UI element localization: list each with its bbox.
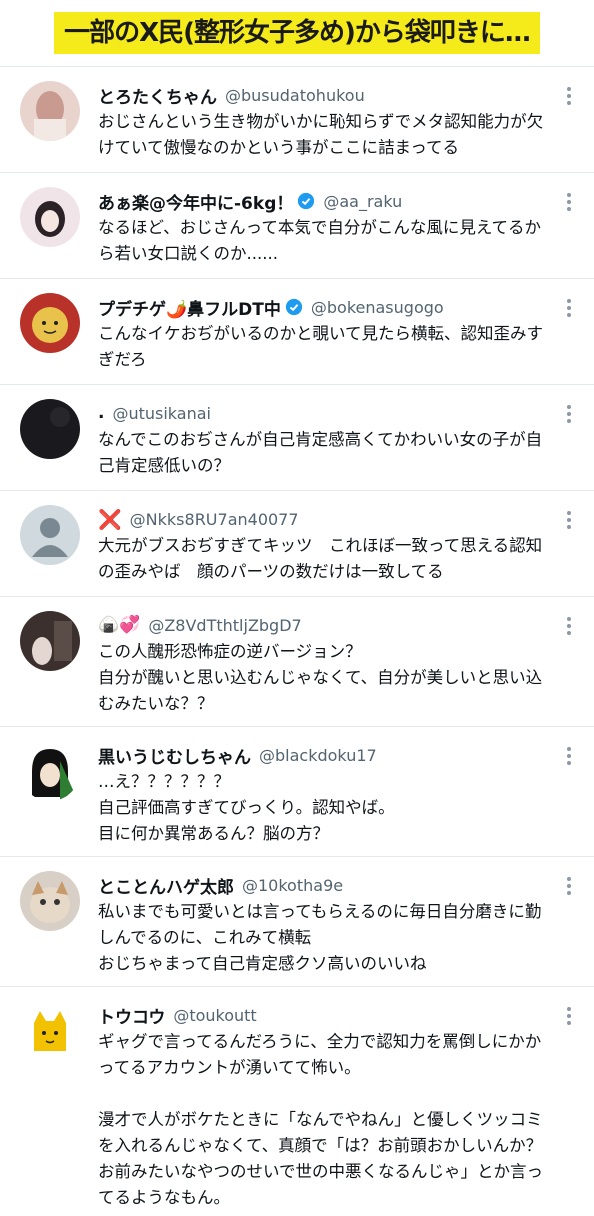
reply-item[interactable]: トウコウ @toukoutt ギャグで言ってるんだろうに、全力で認知力を罵倒しに… xyxy=(0,986,594,1216)
display-name[interactable]: ❌ xyxy=(98,508,122,531)
reply-text: ギャグで言ってるんだろうに、全力で認知力を罵倒しにかかってるアカウントが湧いてて… xyxy=(98,1032,544,1207)
avatar[interactable] xyxy=(20,1001,80,1061)
reply-text: 大元がブスおぢすぎてキッツ これほぼ一致って思える認知の歪みやば 顔のパーツの数… xyxy=(98,536,543,581)
reply-item[interactable]: ❌ @Nkks8RU7an40077 大元がブスおぢすぎてキッツ これほぼ一致っ… xyxy=(0,490,594,596)
reply-item[interactable]: とことんハゲ太郎 @10kotha9e 私いまでも可愛いとは言ってもらえるのに毎… xyxy=(0,856,594,986)
display-name[interactable]: プデチゲ🌶️鼻フルDT中 xyxy=(98,295,281,320)
user-handle[interactable]: @10kotha9e xyxy=(242,876,343,895)
avatar[interactable] xyxy=(20,81,80,141)
reply-item[interactable]: プデチゲ🌶️鼻フルDT中 @bokenasugogo こんなイケおぢがいるのかと… xyxy=(0,278,594,384)
user-handle[interactable]: @blackdoku17 xyxy=(259,746,377,765)
reply-text: なんでこのおぢさんが自己肯定感高くてかわいい女の子が自己肯定感低いの？ xyxy=(98,430,543,475)
user-handle[interactable]: @Z8VdTthtljZbgD7 xyxy=(148,616,301,635)
more-options-icon[interactable] xyxy=(566,617,572,635)
avatar[interactable] xyxy=(20,187,80,247)
banner: 一部のX民(整形女子多め)から袋叩きに… xyxy=(0,0,594,66)
user-handle[interactable]: @utusikanai xyxy=(112,404,211,423)
avatar[interactable] xyxy=(20,611,80,671)
user-handle[interactable]: @Nkks8RU7an40077 xyxy=(130,510,299,529)
more-options-icon[interactable] xyxy=(566,299,572,317)
avatar[interactable] xyxy=(20,871,80,931)
display-name[interactable]: とろたくちゃん xyxy=(98,83,217,108)
verified-badge-icon xyxy=(285,298,302,316)
user-handle[interactable]: @aa_raku xyxy=(323,192,402,211)
reply-item[interactable]: とろたくちゃん @busudatohukou おじさんという生き物がいかに恥知ら… xyxy=(0,66,594,172)
reply-text: なるほど、おじさんって本気で自分がこんな風に見えてるから若い女口説くのか....… xyxy=(98,218,542,263)
display-name[interactable]: あぁ楽@今年中に-6kg！ xyxy=(98,189,293,214)
banner-caption: 一部のX民(整形女子多め)から袋叩きに… xyxy=(54,12,540,54)
avatar[interactable] xyxy=(20,293,80,353)
user-handle[interactable]: @bokenasugogo xyxy=(311,298,444,317)
display-name[interactable]: 黒いうじむしちゃん xyxy=(98,743,251,768)
more-options-icon[interactable] xyxy=(566,87,572,105)
avatar[interactable] xyxy=(20,741,80,801)
reply-timeline: とろたくちゃん @busudatohukou おじさんという生き物がいかに恥知ら… xyxy=(0,66,594,1216)
display-name[interactable]: とことんハゲ太郎 xyxy=(98,873,234,898)
display-name[interactable]: . xyxy=(98,403,104,423)
verified-badge-icon xyxy=(298,192,315,210)
reply-text: …え？？？？？？ 自己評価高すぎてびっくり。認知やば。 目に何か異常あるん？脳の… xyxy=(98,772,395,843)
default-avatar-icon[interactable] xyxy=(20,505,80,565)
reply-item[interactable]: . @utusikanai なんでこのおぢさんが自己肯定感高くてかわいい女の子が… xyxy=(0,384,594,490)
display-name[interactable]: トウコウ xyxy=(98,1003,165,1028)
user-handle[interactable]: @toukoutt xyxy=(173,1006,256,1025)
more-options-icon[interactable] xyxy=(566,405,572,423)
reply-item[interactable]: 🍙💞 @Z8VdTthtljZbgD7 この人醜形恐怖症の逆バージョン？ 自分が… xyxy=(0,596,594,726)
reply-text: おじさんという生き物がいかに恥知らずでメタ認知能力が欠けていて傲慢なのかという事… xyxy=(98,112,544,157)
more-options-icon[interactable] xyxy=(566,511,572,529)
reply-text: 私いまでも可愛いとは言ってもらえるのに毎日自分磨きに勤しんでるのに、これみて横転… xyxy=(98,902,542,973)
more-options-icon[interactable] xyxy=(566,877,572,895)
avatar[interactable] xyxy=(20,399,80,459)
reply-item[interactable]: あぁ楽@今年中に-6kg！ @aa_raku なるほど、おじさんって本気で自分が… xyxy=(0,172,594,278)
more-options-icon[interactable] xyxy=(566,747,572,765)
reply-text: この人醜形恐怖症の逆バージョン？ 自分が醜いと思い込むんじゃなくて、自分が美しい… xyxy=(98,642,543,713)
more-options-icon[interactable] xyxy=(566,193,572,211)
display-name[interactable]: 🍙💞 xyxy=(98,615,140,635)
more-options-icon[interactable] xyxy=(566,1007,572,1025)
reply-text: こんなイケおぢがいるのかと覗いて見たら横転、認知歪みすぎだろ xyxy=(98,324,544,369)
user-handle[interactable]: @busudatohukou xyxy=(225,86,365,105)
reply-item[interactable]: 黒いうじむしちゃん @blackdoku17 …え？？？？？？ 自己評価高すぎて… xyxy=(0,726,594,856)
